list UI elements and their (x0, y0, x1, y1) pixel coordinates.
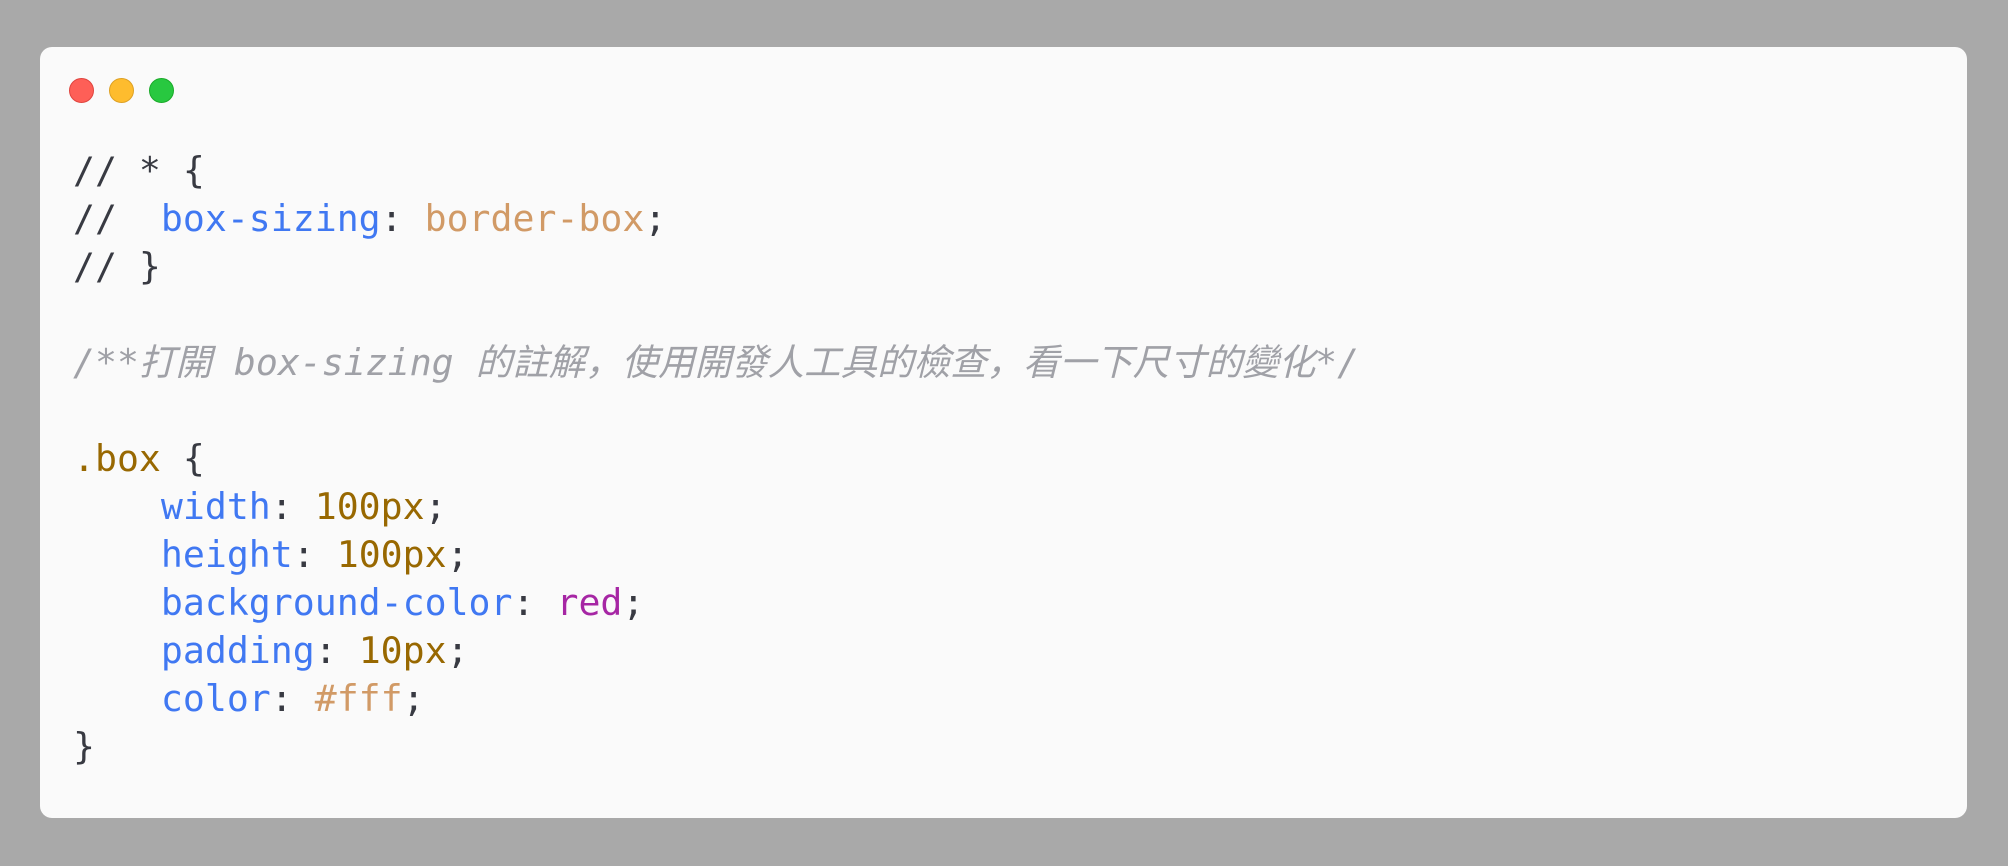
code-token: 100px (336, 533, 447, 576)
code-token: ; (446, 629, 469, 672)
code-token: red (556, 581, 623, 624)
code-token: color (160, 677, 271, 720)
code-token: : (512, 581, 557, 624)
code-token: ; (622, 581, 645, 624)
code-token: box-sizing (160, 197, 381, 240)
code-token: { (160, 437, 205, 480)
code-line: width: 100px; (73, 483, 1359, 531)
code-window: // * {// box-sizing: border-box;// }/**打… (40, 47, 1967, 818)
code-line: // box-sizing: border-box; (73, 195, 1359, 243)
code-token: padding (160, 629, 315, 672)
code-token: // * { (73, 149, 205, 192)
code-token: // } (73, 245, 161, 288)
code-token: height (160, 533, 293, 576)
code-token: : (270, 677, 315, 720)
code-line: background-color: red; (73, 579, 1359, 627)
code-token: #fff (314, 677, 403, 720)
code-token: background-color (160, 581, 513, 624)
code-token: ; (424, 485, 447, 528)
code-line: .box { (73, 435, 1359, 483)
code-token: : (292, 533, 337, 576)
code-token: : (380, 197, 425, 240)
code-line: // * { (73, 147, 1359, 195)
code-token: border-box (424, 197, 645, 240)
code-token: } (73, 725, 95, 768)
code-line: height: 100px; (73, 531, 1359, 579)
code-line: } (73, 723, 1359, 771)
code-token: ; (446, 533, 469, 576)
code-token: .box (73, 437, 161, 480)
minimize-button[interactable] (109, 78, 134, 103)
zoom-button[interactable] (149, 78, 174, 103)
code-block: // * {// box-sizing: border-box;// }/**打… (73, 147, 1359, 771)
code-token: ; (644, 197, 667, 240)
code-line: /**打開 box-sizing 的註解，使用開發人工具的檢查，看一下尺寸的變化… (73, 339, 1359, 387)
window-controls (69, 78, 174, 103)
code-token: width (160, 485, 271, 528)
code-token: /**打開 box-sizing 的註解，使用開發人工具的檢查，看一下尺寸的變化… (73, 341, 1360, 384)
code-line: padding: 10px; (73, 627, 1359, 675)
code-token: : (314, 629, 359, 672)
code-line: color: #fff; (73, 675, 1359, 723)
close-button[interactable] (69, 78, 94, 103)
code-token: // (73, 197, 161, 240)
code-token: : (270, 485, 315, 528)
code-token: 10px (358, 629, 447, 672)
code-token: 100px (314, 485, 425, 528)
code-token: ; (402, 677, 425, 720)
code-line: // } (73, 243, 1359, 291)
